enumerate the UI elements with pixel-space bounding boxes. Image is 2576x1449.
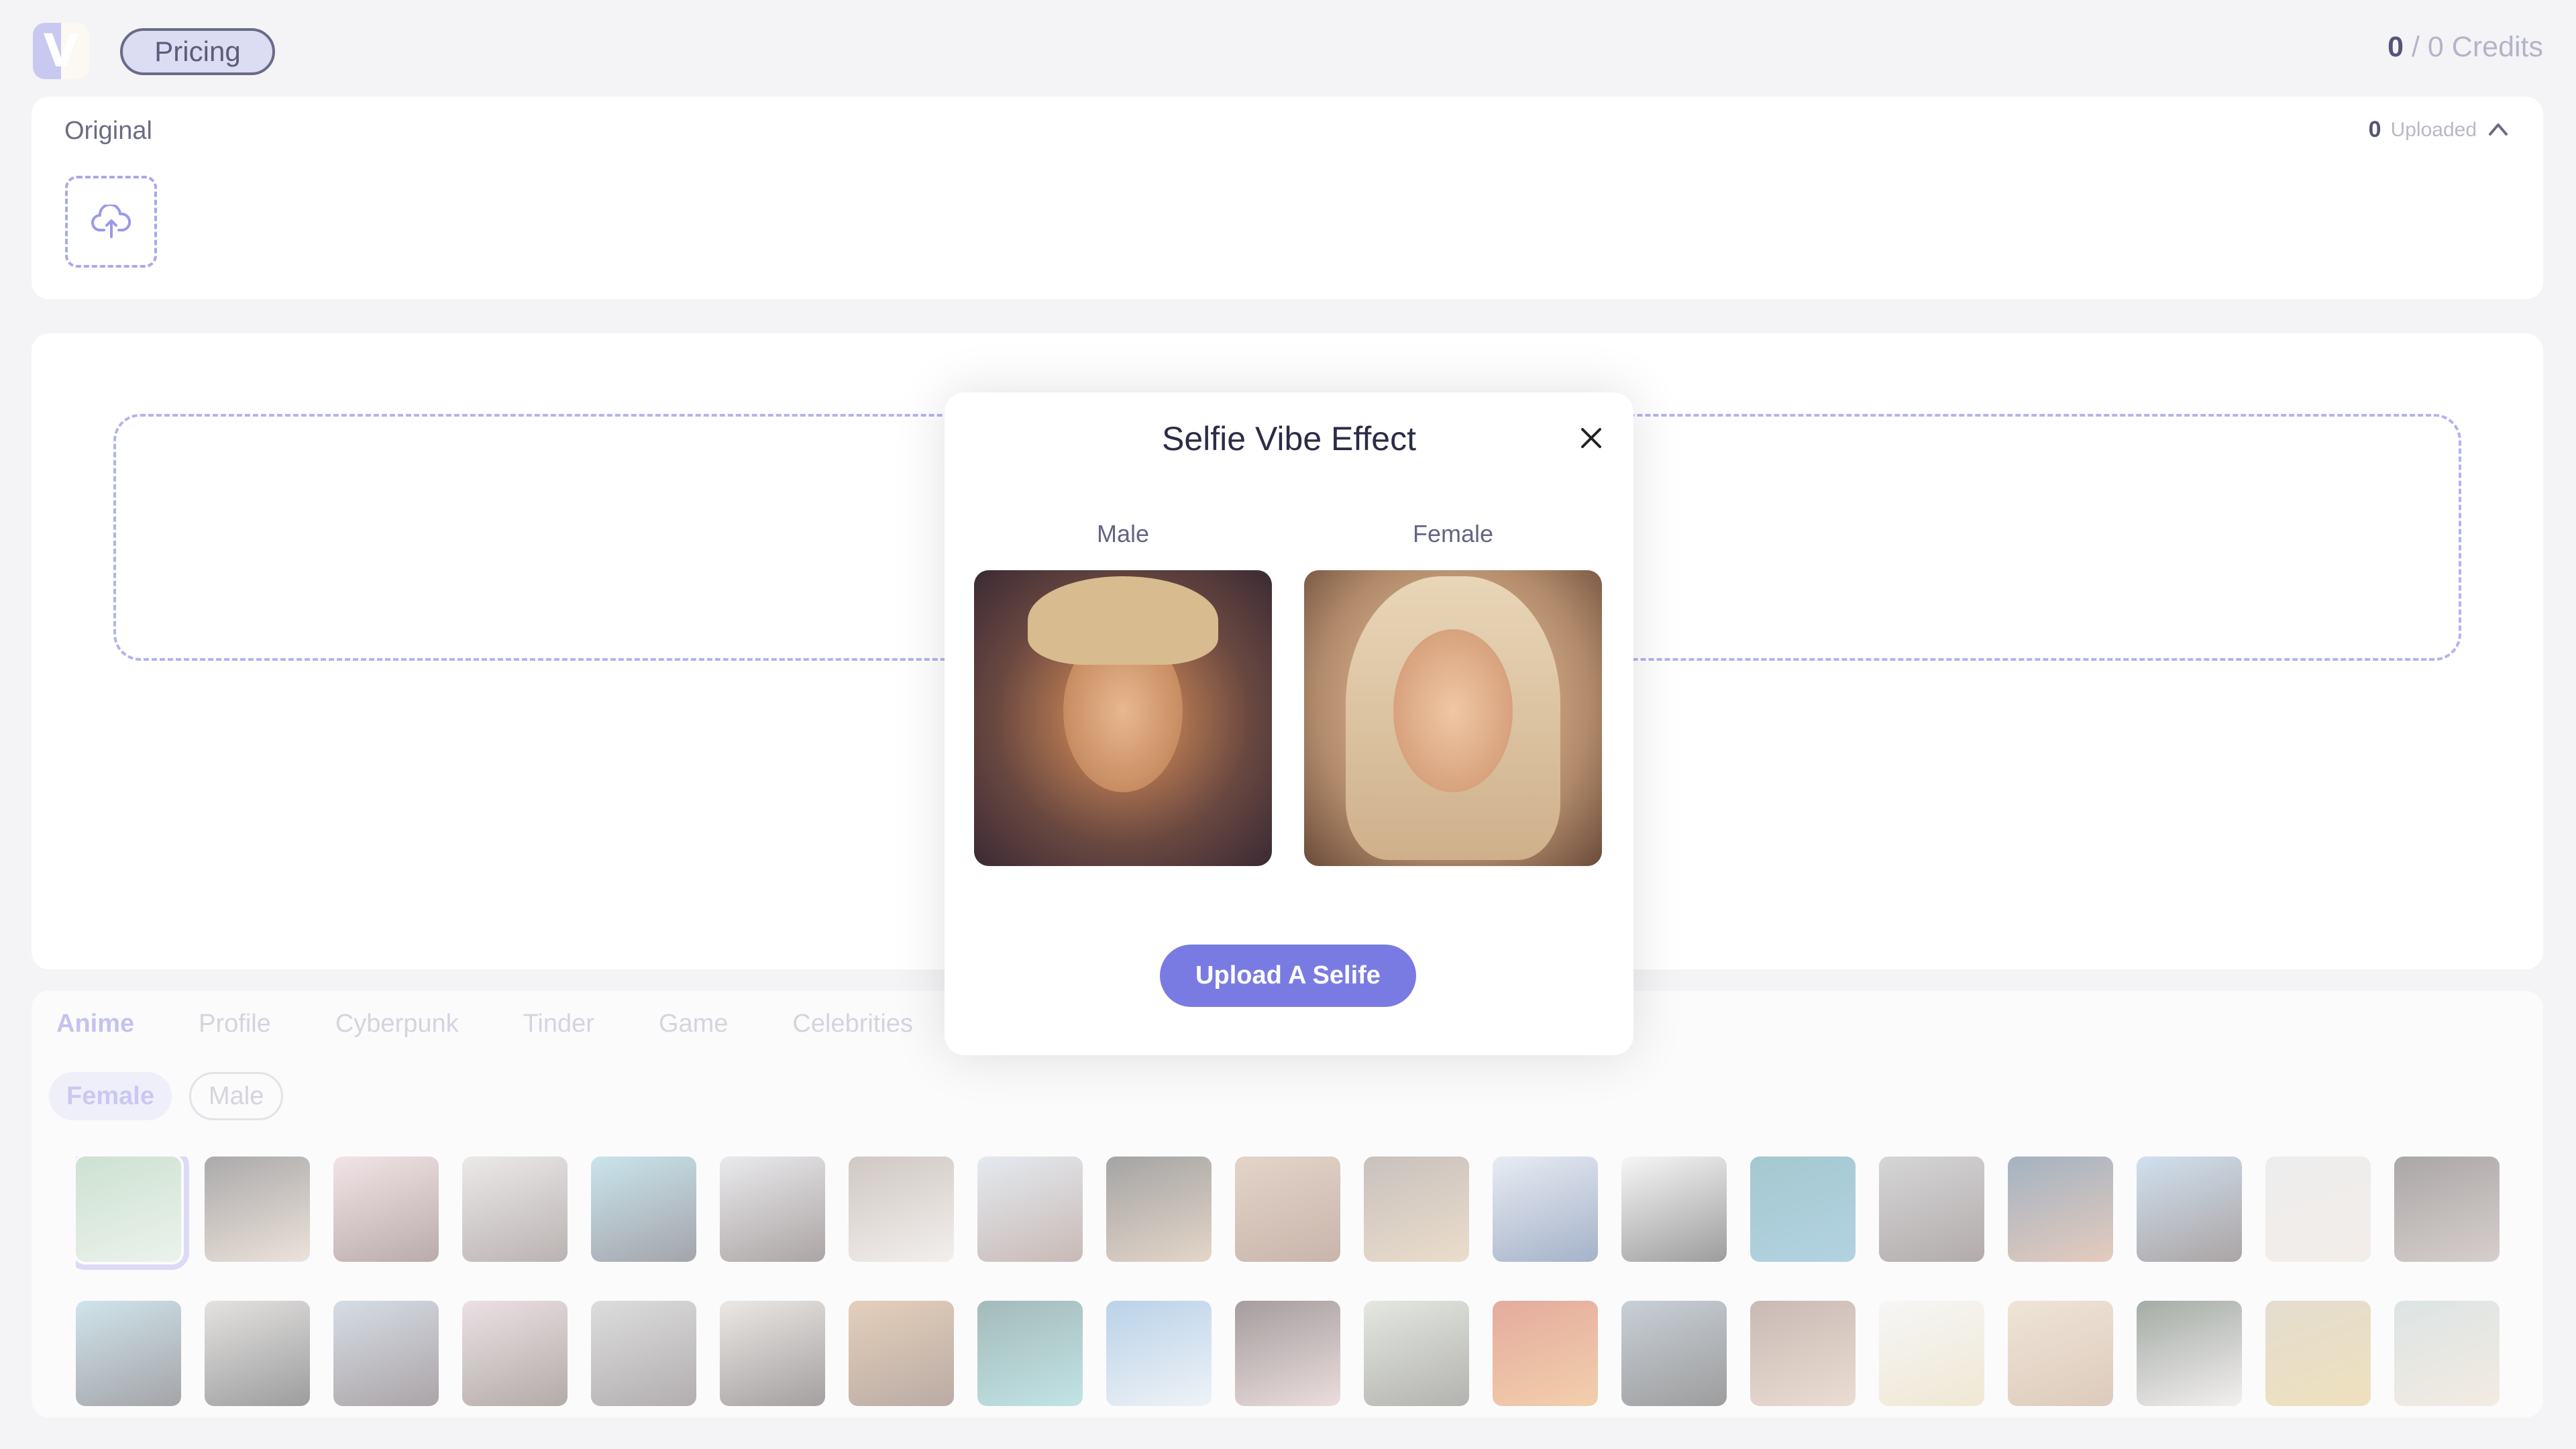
style-thumbnail[interactable] bbox=[462, 1157, 568, 1262]
credits-label: Credits bbox=[2443, 31, 2543, 63]
selfie-vibe-modal: Selfie Vibe Effect Male Female Upload A … bbox=[945, 392, 1633, 1055]
style-thumbnail-grid bbox=[76, 1157, 2531, 1419]
uploaded-label: Uploaded bbox=[2390, 118, 2477, 141]
gender-filters: Female Male bbox=[49, 1072, 284, 1120]
style-thumbnail[interactable] bbox=[1493, 1157, 1598, 1262]
male-hair-shape bbox=[1027, 576, 1219, 665]
style-thumbnail[interactable] bbox=[1364, 1300, 1469, 1406]
style-thumbnail[interactable] bbox=[1879, 1300, 1984, 1406]
tab-celebrities[interactable]: Celebrities bbox=[792, 1010, 913, 1038]
tab-game[interactable]: Game bbox=[659, 1010, 728, 1038]
style-thumbnail[interactable] bbox=[1106, 1157, 1212, 1262]
filter-female[interactable]: Female bbox=[49, 1072, 172, 1120]
style-thumbnail[interactable] bbox=[1106, 1300, 1212, 1406]
uploaded-status: 0 Uploaded bbox=[2369, 117, 2510, 143]
close-icon bbox=[1581, 428, 1601, 448]
style-thumbnail[interactable] bbox=[333, 1157, 439, 1262]
style-thumbnail[interactable] bbox=[591, 1157, 696, 1262]
style-thumbnail[interactable] bbox=[1750, 1157, 1856, 1262]
style-thumbnail[interactable] bbox=[2265, 1157, 2371, 1262]
tab-tinder[interactable]: Tinder bbox=[523, 1010, 594, 1038]
style-thumbnail[interactable] bbox=[1621, 1157, 1727, 1262]
credits-total: 0 bbox=[2427, 31, 2444, 63]
style-thumbnail[interactable] bbox=[2394, 1300, 2500, 1406]
style-thumbnail[interactable] bbox=[205, 1300, 310, 1406]
style-thumbnail[interactable] bbox=[1750, 1300, 1856, 1406]
style-thumbnail[interactable] bbox=[1235, 1300, 1340, 1406]
style-thumbnail[interactable] bbox=[1879, 1157, 1984, 1262]
male-example-image[interactable] bbox=[974, 570, 1272, 866]
style-thumbnail[interactable] bbox=[462, 1300, 568, 1406]
style-thumbnail[interactable] bbox=[591, 1300, 696, 1406]
filter-male[interactable]: Male bbox=[189, 1072, 284, 1120]
upload-image-button[interactable] bbox=[65, 176, 157, 268]
style-thumbnail[interactable] bbox=[333, 1300, 439, 1406]
credits-used: 0 bbox=[2387, 31, 2404, 63]
style-thumbnail[interactable] bbox=[2008, 1157, 2113, 1262]
pricing-button[interactable]: Pricing bbox=[120, 28, 275, 75]
style-category-tabs: Anime Profile Cyberpunk Tinder Game Cele… bbox=[56, 1010, 913, 1038]
logo-letter: V bbox=[43, 24, 79, 78]
style-thumbnail[interactable] bbox=[76, 1157, 189, 1270]
style-thumbnail[interactable] bbox=[977, 1300, 1083, 1406]
style-thumbnail[interactable] bbox=[720, 1300, 825, 1406]
style-thumbnail[interactable] bbox=[1235, 1157, 1340, 1262]
style-thumbnail[interactable] bbox=[1621, 1300, 1727, 1406]
option-label-male: Male bbox=[1096, 520, 1150, 547]
style-thumbnail[interactable] bbox=[1364, 1157, 1469, 1262]
style-thumbnail[interactable] bbox=[2137, 1300, 2242, 1406]
app-logo[interactable]: V bbox=[33, 23, 89, 79]
female-face-shape bbox=[1393, 629, 1513, 792]
original-title: Original bbox=[64, 117, 152, 145]
style-thumbnail[interactable] bbox=[205, 1157, 310, 1262]
modal-close-button[interactable] bbox=[1575, 422, 1607, 454]
original-panel: Original 0 Uploaded bbox=[32, 97, 2543, 299]
style-thumbnail[interactable] bbox=[76, 1300, 181, 1406]
option-label-female: Female bbox=[1412, 520, 1494, 547]
credits-separator: / bbox=[2404, 31, 2428, 63]
female-example-image[interactable] bbox=[1304, 570, 1602, 866]
style-thumbnail[interactable] bbox=[2265, 1300, 2371, 1406]
style-thumbnail[interactable] bbox=[977, 1157, 1083, 1262]
chevron-up-icon[interactable] bbox=[2486, 118, 2510, 142]
tab-profile[interactable]: Profile bbox=[199, 1010, 271, 1038]
tab-anime[interactable]: Anime bbox=[56, 1010, 134, 1038]
credits-counter: 0 / 0 Credits bbox=[2387, 31, 2543, 64]
tab-cyberpunk[interactable]: Cyberpunk bbox=[335, 1010, 459, 1038]
style-thumbnail[interactable] bbox=[849, 1157, 954, 1262]
style-thumbnail[interactable] bbox=[2008, 1300, 2113, 1406]
style-thumbnail[interactable] bbox=[2394, 1157, 2500, 1262]
style-thumbnail[interactable] bbox=[1493, 1300, 1598, 1406]
upload-selfie-button[interactable]: Upload A Selife bbox=[1160, 945, 1416, 1007]
style-thumbnail[interactable] bbox=[720, 1157, 825, 1262]
cloud-upload-icon bbox=[91, 204, 131, 238]
uploaded-count: 0 bbox=[2368, 117, 2381, 142]
style-thumbnail[interactable] bbox=[849, 1300, 954, 1406]
style-thumbnail[interactable] bbox=[2137, 1157, 2242, 1262]
modal-title: Selfie Vibe Effect bbox=[1162, 420, 1416, 458]
